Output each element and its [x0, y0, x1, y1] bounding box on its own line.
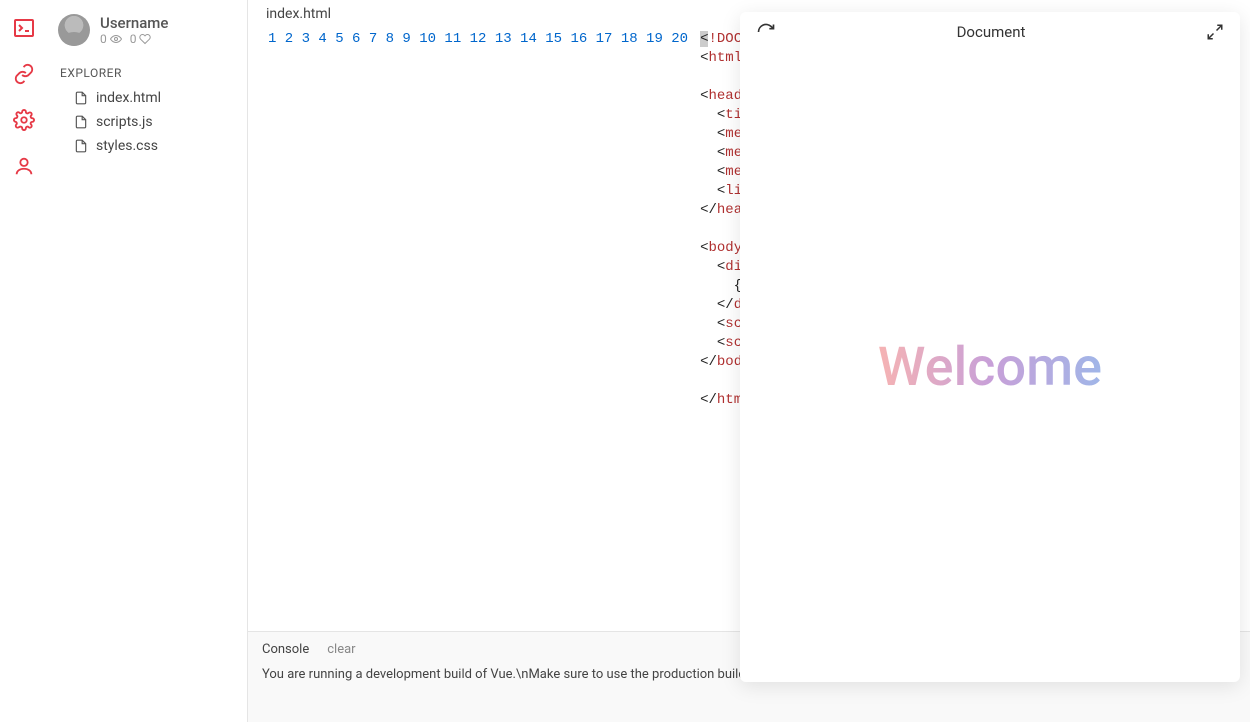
terminal-icon[interactable]	[12, 16, 36, 40]
file-label: scripts.js	[96, 114, 153, 130]
console-tab[interactable]: Console	[262, 642, 309, 657]
preview-window: Document Welcome	[740, 12, 1240, 682]
file-list: index.html scripts.js styles.css	[58, 86, 237, 158]
person-icon[interactable]	[12, 154, 36, 178]
welcome-heading: Welcome	[878, 336, 1102, 399]
file-icon	[74, 139, 88, 153]
line-number-gutter: 1 2 3 4 5 6 7 8 9 10 11 12 13 14 15 16 1…	[248, 30, 700, 631]
eye-icon	[110, 33, 122, 45]
preview-body: Welcome	[740, 52, 1240, 682]
likes-count: 0	[130, 32, 137, 46]
activity-bar	[0, 0, 48, 722]
username-label: Username	[100, 14, 168, 32]
user-block: Username 0 0	[58, 14, 237, 46]
user-stats: 0 0	[100, 32, 168, 46]
file-explorer: Username 0 0 EXPLORER index.html scripts…	[48, 0, 248, 722]
link-icon[interactable]	[12, 62, 36, 86]
file-icon	[74, 91, 88, 105]
console-clear-button[interactable]: clear	[327, 642, 355, 657]
file-label: index.html	[96, 90, 161, 106]
file-item-index[interactable]: index.html	[58, 86, 237, 110]
heart-icon	[139, 33, 151, 45]
preview-title: Document	[957, 23, 1026, 41]
file-item-scripts[interactable]: scripts.js	[58, 110, 237, 134]
expand-icon[interactable]	[1206, 23, 1224, 41]
reload-icon[interactable]	[756, 22, 776, 42]
gear-icon[interactable]	[12, 108, 36, 132]
editor-open-tab[interactable]: index.html	[266, 6, 331, 22]
explorer-heading: EXPLORER	[60, 66, 237, 80]
views-count: 0	[100, 32, 107, 46]
file-icon	[74, 115, 88, 129]
file-label: styles.css	[96, 138, 158, 154]
file-item-styles[interactable]: styles.css	[58, 134, 237, 158]
avatar[interactable]	[58, 14, 90, 46]
